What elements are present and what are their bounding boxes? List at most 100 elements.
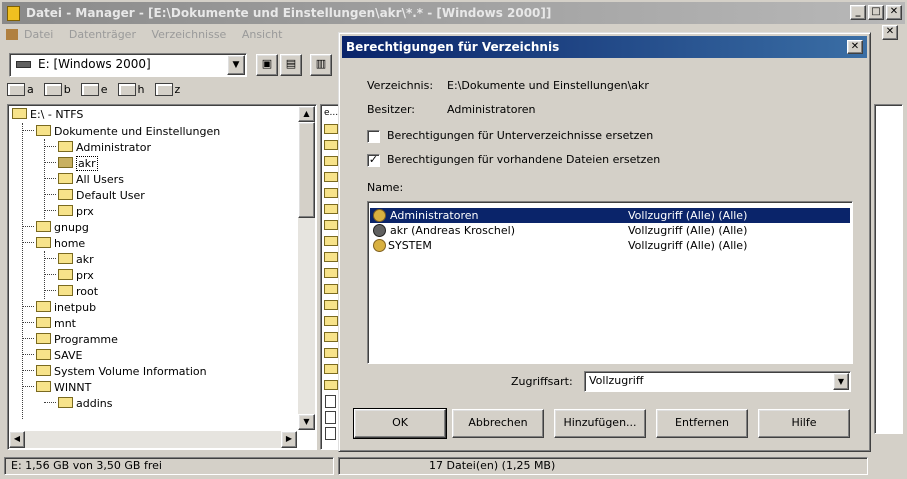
cancel-button[interactable]: Abbrechen (452, 409, 544, 438)
menu-datei[interactable]: Datei (24, 28, 53, 41)
drive-tab-h[interactable]: h (117, 83, 145, 96)
folder-icon (324, 236, 338, 246)
tree-item[interactable]: home (10, 235, 298, 251)
permission-row[interactable]: Administratoren Vollzugriff (Alle) (Alle… (370, 208, 850, 223)
tree-item-label: Programme (54, 333, 118, 346)
tree-connector (22, 219, 34, 227)
open-folder-icon (58, 157, 73, 168)
folder-icon (36, 333, 51, 344)
help-button[interactable]: Hilfe (758, 409, 850, 438)
chevron-down-icon[interactable]: ▼ (227, 55, 245, 75)
tree-item-label: addins (76, 397, 113, 410)
tree-view-button[interactable]: ▣ (256, 54, 278, 76)
ok-button[interactable]: OK (353, 408, 447, 439)
tree-item[interactable]: inetpub (10, 299, 298, 315)
menu-datentraeger[interactable]: Datenträger (69, 28, 136, 41)
tree-connector (22, 331, 34, 339)
tree-vertical-scrollbar[interactable]: ▲ ▼ (298, 106, 315, 430)
close-button[interactable]: ✕ (886, 5, 902, 20)
child-close-button[interactable]: ✕ (882, 25, 898, 40)
tree-item-label: akr (76, 253, 94, 266)
drive-tab-z[interactable]: z (154, 83, 180, 96)
file-icon (325, 395, 336, 408)
main-window-title: Datei - Manager - [E:\Dokumente und Eins… (26, 6, 552, 20)
tree-item-label: SAVE (54, 349, 83, 362)
permissions-dialog: Berechtigungen für Verzeichnis ✕ Verzeic… (338, 32, 871, 452)
split-view-button[interactable]: ▤ (280, 54, 302, 76)
folder-icon (58, 253, 73, 264)
tree-item[interactable]: Dokumente und Einstellungen (10, 123, 298, 139)
tree-connector (22, 363, 34, 371)
scroll-left-icon[interactable]: ◀ (9, 431, 25, 448)
menu-verzeichnisse[interactable]: Verzeichnisse (151, 28, 226, 41)
remove-button[interactable]: Entfernen (656, 409, 748, 438)
replace-subdirs-label[interactable]: Berechtigungen für Unterverzeichnisse er… (387, 129, 653, 142)
tree-connector (22, 299, 34, 307)
folder-icon (324, 172, 338, 182)
folder-icon (324, 124, 338, 134)
add-button[interactable]: Hinzufügen... (554, 409, 646, 438)
folder-icon (36, 221, 51, 232)
menu-ansicht[interactable]: Ansicht (242, 28, 283, 41)
permission-name: akr (Andreas Kroschel) (390, 224, 516, 237)
user-icon (373, 224, 386, 237)
tree-item[interactable]: Programme (10, 331, 298, 347)
system-menu-icon[interactable] (6, 29, 18, 40)
drive-tab-b[interactable]: b (43, 83, 71, 96)
scroll-up-icon[interactable]: ▲ (298, 106, 315, 122)
tree-item[interactable]: SAVE (10, 347, 298, 363)
tree-item[interactable]: gnupg (10, 219, 298, 235)
drive-select[interactable]: E: [Windows 2000] ▼ (9, 53, 247, 77)
tree-item[interactable]: addins (10, 395, 298, 411)
permission-row[interactable]: akr (Andreas Kroschel) Vollzugriff (Alle… (370, 223, 850, 238)
tree-connector (22, 315, 34, 323)
status-free-space: E: 1,56 GB von 3,50 GB frei (4, 457, 334, 475)
folder-icon (324, 380, 338, 390)
tree-item[interactable]: root (10, 283, 298, 299)
permissions-list[interactable]: Administratoren Vollzugriff (Alle) (Alle… (367, 201, 853, 364)
replace-files-label[interactable]: Berechtigungen für vorhandene Dateien er… (387, 153, 660, 166)
tree-item[interactable]: System Volume Information (10, 363, 298, 379)
drive-tab-a[interactable]: a (7, 83, 34, 96)
folder-icon (36, 301, 51, 312)
tree-item[interactable]: Administrator (10, 139, 298, 155)
main-menu-bar: Datei Datenträger Verzeichnisse Ansicht (2, 25, 342, 44)
tree-item-label: E:\ - NTFS (30, 108, 84, 121)
directory-label: Verzeichnis: (367, 79, 434, 92)
tree-item[interactable]: akr (10, 251, 298, 267)
dialog-close-button[interactable]: ✕ (847, 40, 863, 54)
drive-tab-e[interactable]: e (80, 83, 108, 96)
minimize-button[interactable]: _ (850, 5, 866, 20)
tree-item[interactable]: prx (10, 267, 298, 283)
tree-item[interactable]: prx (10, 203, 298, 219)
maximize-button[interactable]: □ (868, 5, 884, 20)
replace-subdirs-checkbox[interactable] (367, 130, 380, 143)
scroll-down-icon[interactable]: ▼ (298, 414, 315, 430)
folder-icon (36, 237, 51, 248)
tree-item[interactable]: WINNT (10, 379, 298, 395)
scroll-right-icon[interactable]: ▶ (281, 431, 297, 448)
tree-item[interactable]: E:\ - NTFS (10, 107, 298, 123)
tree-list: E:\ - NTFS Dokumente und Einstellungen Adm… (10, 107, 298, 411)
scroll-thumb[interactable] (298, 122, 315, 218)
directory-value: E:\Dokumente und Einstellungen\akr (447, 79, 649, 92)
folder-icon (324, 316, 338, 326)
tree-item-label: prx (76, 205, 94, 218)
drive-letter: h (137, 83, 145, 96)
chevron-down-icon[interactable]: ▼ (833, 373, 849, 390)
file-name: e... (324, 108, 339, 118)
folder-icon (58, 269, 73, 280)
access-type-select[interactable]: Vollzugriff ▼ (584, 371, 851, 392)
tree-item[interactable]: All Users (10, 171, 298, 187)
permission-row[interactable]: SYSTEM Vollzugriff (Alle) (Alle) (370, 238, 850, 253)
network-drive-button[interactable]: ▥ (310, 54, 332, 76)
drive-letter: b (63, 83, 71, 96)
tree-item[interactable]: akr (10, 155, 298, 171)
dialog-title-bar[interactable]: Berechtigungen für Verzeichnis ✕ (342, 36, 867, 58)
tree-horizontal-scrollbar[interactable]: ◀ ▶ (9, 431, 297, 448)
tree-item[interactable]: mnt (10, 315, 298, 331)
tree-item[interactable]: Default User (10, 187, 298, 203)
directory-tree[interactable]: E:\ - NTFS Dokumente und Einstellungen Adm… (7, 104, 317, 450)
replace-files-checkbox[interactable]: ✓ (367, 154, 380, 167)
main-title-bar[interactable]: Datei - Manager - [E:\Dokumente und Eins… (2, 2, 905, 24)
